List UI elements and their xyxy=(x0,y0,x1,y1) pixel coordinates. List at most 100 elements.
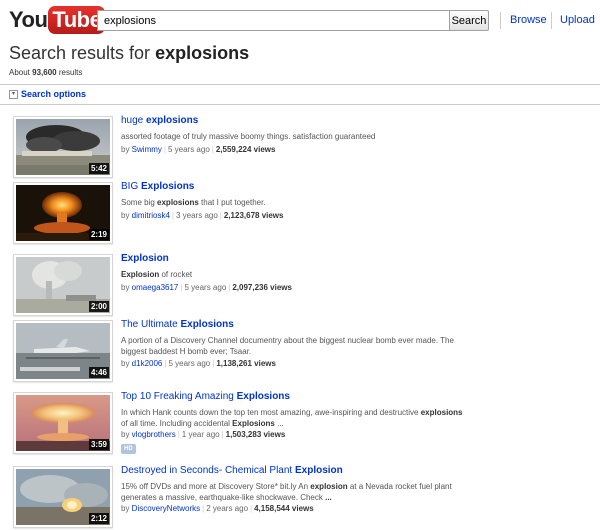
video-thumbnail[interactable]: 3:59 xyxy=(13,392,113,454)
title-text: The Ultimate xyxy=(121,319,181,330)
uploader-link[interactable]: omaega3617 xyxy=(132,283,179,292)
by-label: by xyxy=(121,430,132,439)
by-label: by xyxy=(121,504,132,513)
video-meta: by Swimmy | 5 years ago | 2,559,224 views xyxy=(121,145,275,154)
video-description: Explosion of rocket xyxy=(121,269,481,280)
video-meta: by dimitriosk4 | 3 years ago | 2,123,678 vie… xyxy=(121,211,283,220)
upload-age: 1 year ago xyxy=(181,430,220,439)
video-thumbnail[interactable]: 4:46 xyxy=(13,320,113,382)
header-separator xyxy=(500,12,501,29)
by-label: by xyxy=(121,283,132,292)
view-count: 4,158,544 views xyxy=(254,504,314,513)
search-input[interactable] xyxy=(97,10,450,31)
browse-link[interactable]: Browse xyxy=(510,14,547,26)
desc-text: Some big xyxy=(121,198,158,207)
title-match: Explosions xyxy=(141,181,195,192)
video-title-link[interactable]: Top 10 Freaking Amazing Explosions xyxy=(121,391,290,402)
thumbnail-image: 3:59 xyxy=(16,395,110,451)
title-text: Destroyed in Seconds- Chemical Plant xyxy=(121,465,295,476)
video-thumbnail[interactable]: 2:19 xyxy=(13,182,113,244)
view-count: 2,123,678 views xyxy=(223,211,284,220)
result-count-suffix: results xyxy=(56,68,83,77)
title-match: Explosion xyxy=(121,253,169,264)
title-match: Explosions xyxy=(180,319,234,330)
title-match: explosions xyxy=(146,115,199,126)
search-options-label: Search options xyxy=(21,89,87,99)
uploader-link[interactable]: dimitriosk4 xyxy=(132,211,170,220)
video-meta: by d1k2006 | 5 years ago | 1,138,261 views xyxy=(121,359,276,368)
desc-match: explosions xyxy=(157,198,199,207)
video-title-link[interactable]: The Ultimate Explosions xyxy=(121,319,234,330)
search-button[interactable]: Search xyxy=(449,10,489,31)
video-description: In which Hank counts down the top ten mo… xyxy=(121,407,481,429)
video-thumbnail[interactable]: 5:42 xyxy=(13,116,113,178)
by-label: by xyxy=(121,145,132,154)
expand-icon: ▾ xyxy=(9,89,18,99)
result-count-value: 93,600 xyxy=(32,68,57,77)
thumbnail-image: 2:19 xyxy=(16,185,110,241)
desc-text: A portion of a Discovery Channel documen… xyxy=(121,336,454,345)
meta-separator: | xyxy=(250,504,253,513)
desc-match: ... xyxy=(325,493,332,502)
upload-age: 2 years ago xyxy=(206,504,249,513)
logo-you-text: You xyxy=(9,7,48,32)
uploader-link[interactable]: DiscoveryNetworks xyxy=(132,504,200,513)
desc-text: ... xyxy=(274,419,284,428)
video-thumbnail[interactable]: 2:00 xyxy=(13,254,113,316)
upload-age: 5 years ago xyxy=(168,359,211,368)
video-duration: 3:59 xyxy=(88,439,109,450)
meta-separator: | xyxy=(163,145,166,154)
uploader-link[interactable]: d1k2006 xyxy=(132,359,163,368)
video-title-link[interactable]: Destroyed in Seconds- Chemical Plant Exp… xyxy=(121,465,343,476)
desc-text: at a Nevada rocket fuel plant xyxy=(347,482,452,491)
desc-match: Explosions xyxy=(232,419,275,428)
youtube-logo[interactable]: You Tube xyxy=(9,5,106,35)
desc-match: Explosion xyxy=(121,270,160,279)
search-options-toggle[interactable]: ▾ Search options xyxy=(9,89,86,99)
meta-separator: | xyxy=(171,211,174,220)
video-title-link[interactable]: BIG Explosions xyxy=(121,181,194,192)
desc-text: of all time. Including accidental xyxy=(121,419,233,428)
video-description: A portion of a Discovery Channel documen… xyxy=(121,335,481,357)
meta-separator: | xyxy=(164,359,167,368)
thumbnail-image: 4:46 xyxy=(16,323,110,379)
desc-text: assorted footage of truly massive boomy … xyxy=(121,132,376,141)
view-count: 2,559,224 views xyxy=(215,145,276,154)
meta-separator: | xyxy=(177,430,180,439)
result-count: About 93,600 results xyxy=(9,68,82,77)
page-title: Search results for explosions xyxy=(9,43,249,64)
desc-text: generates a massive, earthquake-like sho… xyxy=(121,493,326,502)
desc-text: In which Hank counts down the top ten mo… xyxy=(121,408,421,417)
view-count: 2,097,236 views xyxy=(232,283,292,292)
uploader-link[interactable]: Swimmy xyxy=(132,145,162,154)
thumbnail-image: 2:12 xyxy=(16,469,110,525)
uploader-link[interactable]: vlogbrothers xyxy=(132,430,176,439)
video-title-link[interactable]: Explosion xyxy=(121,253,169,264)
desc-text: that I put together. xyxy=(198,198,266,207)
meta-separator: | xyxy=(211,145,214,154)
video-title-link[interactable]: huge explosions xyxy=(121,115,198,126)
header: You Tube Search Browse Upload xyxy=(0,0,600,40)
thumbnail-image: 5:42 xyxy=(16,119,110,175)
upload-link[interactable]: Upload xyxy=(560,14,595,26)
upload-age: 3 years ago xyxy=(175,211,218,220)
video-duration: 2:12 xyxy=(88,513,109,524)
desc-text: of rocket xyxy=(159,270,193,279)
video-duration: 2:00 xyxy=(88,301,109,312)
page-title-prefix: Search results for xyxy=(9,43,156,63)
result-count-prefix: About xyxy=(9,68,33,77)
desc-text: 15% off DVDs and more at Discovery Store… xyxy=(121,482,311,491)
title-text: huge xyxy=(121,115,147,126)
video-thumbnail[interactable]: 2:12 xyxy=(13,466,113,528)
view-count: 1,138,261 views xyxy=(216,359,276,368)
page-title-query: explosions xyxy=(155,43,250,63)
video-description: assorted footage of truly massive boomy … xyxy=(121,131,481,142)
thumbnail-image: 2:00 xyxy=(16,257,110,313)
view-count: 1,503,283 views xyxy=(225,430,286,439)
desc-match: explosions xyxy=(420,408,463,417)
meta-separator: | xyxy=(219,211,222,220)
meta-separator: | xyxy=(212,359,215,368)
desc-match: explosion xyxy=(310,482,348,491)
hd-badge: HD xyxy=(121,444,136,454)
title-text: BIG xyxy=(121,181,142,192)
